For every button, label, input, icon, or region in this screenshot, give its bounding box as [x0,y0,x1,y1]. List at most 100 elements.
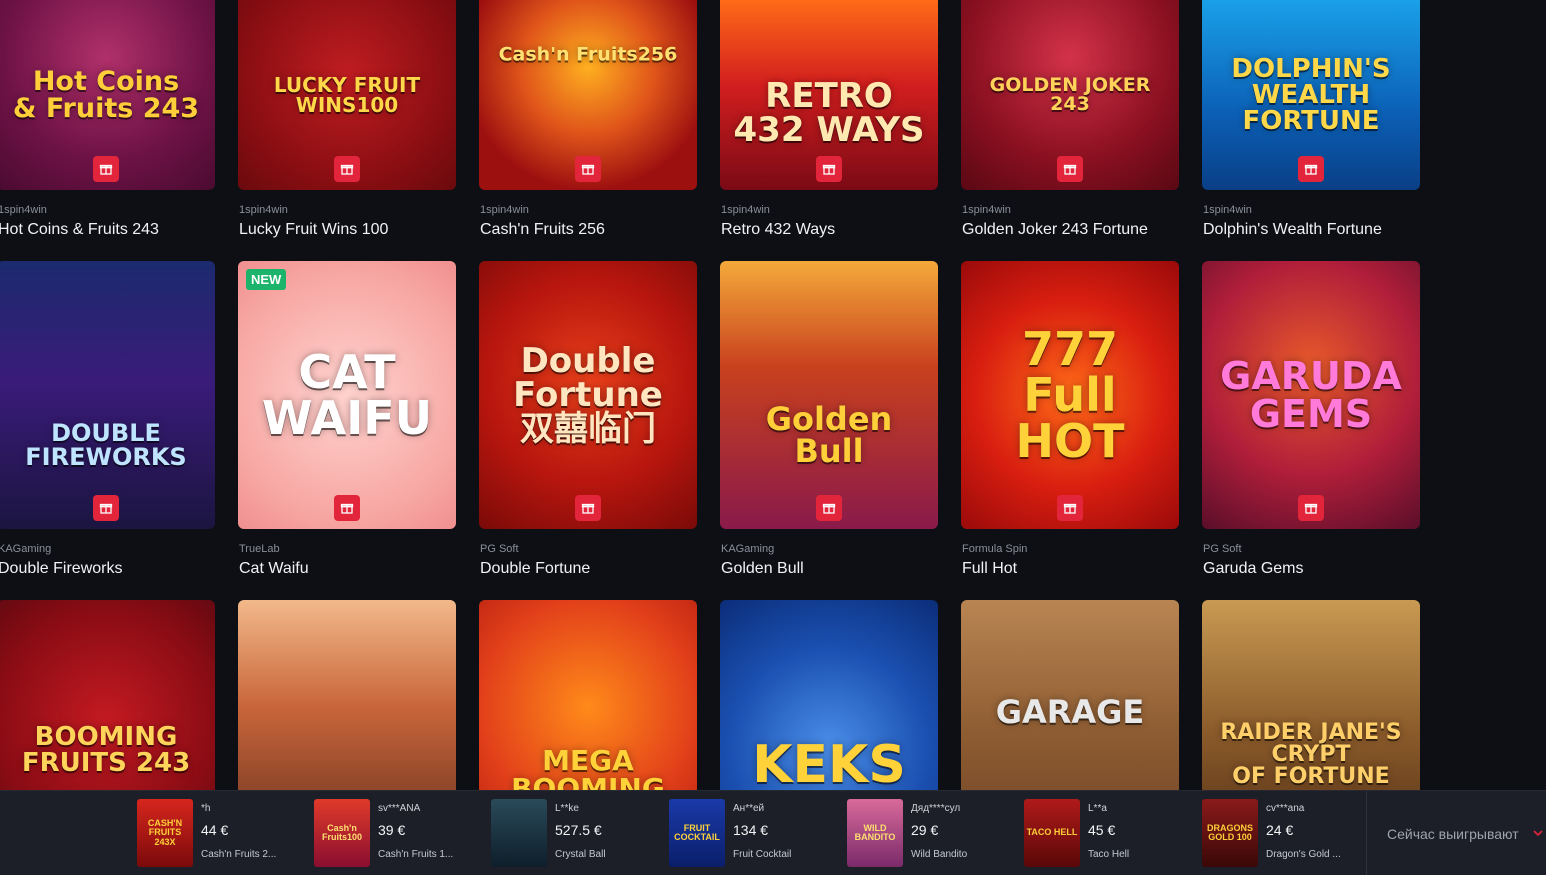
winner-game-name[interactable]: Crystal Ball [555,849,606,860]
winner-item[interactable]: TACO HELL L**a 45 € Taco Hell [1024,799,1194,867]
winner-item[interactable]: CASH'N FRUITS 243X *h 44 € Cash'n Fruits… [137,799,307,867]
game-thumbnail[interactable]: LUCKY FRUIT WINS100 [238,0,456,190]
game-card[interactable]: MEGA BOOMING [479,600,697,790]
game-provider: KAGaming [0,543,52,555]
game-thumbnail[interactable] [238,600,456,790]
game-card[interactable]: RAIDER JANE'S CRYPT OF FORTUNE [1202,600,1420,790]
game-thumbnail[interactable]: Cash'n Fruits256 [479,0,697,190]
game-thumbnail[interactable]: GARUDA GEMS [1202,261,1420,529]
chevron-down-icon[interactable] [1532,827,1544,839]
game-thumbnail[interactable]: RAIDER JANE'S CRYPT OF FORTUNE [1202,600,1420,790]
winner-game-name[interactable]: Dragon's Gold ... [1266,849,1341,860]
gift-icon[interactable] [334,156,360,182]
gift-icon[interactable] [575,495,601,521]
game-thumbnail[interactable]: MEGA BOOMING [479,600,697,790]
game-card[interactable]: GARUDA GEMS PG Soft Garuda Gems [1202,261,1420,577]
game-name[interactable]: Garuda Gems [1203,560,1303,578]
game-card[interactable]: LUCKY FRUIT WINS100 1spin4win Lucky Frui… [238,0,456,238]
winner-amount: 527.5 € [555,822,602,838]
game-thumbnail[interactable]: BOOMING FRUITS 243 [0,600,215,790]
game-name[interactable]: Golden Bull [721,560,804,578]
game-card[interactable]: Hot Coins & Fruits 243 1spin4win Hot Coi… [0,0,215,238]
winner-item[interactable]: FRUIT COCKTAIL Ан**ей 134 € Fruit Cockta… [669,799,839,867]
game-thumbnail[interactable]: KEKS [720,600,938,790]
gift-icon[interactable] [334,495,360,521]
winner-game-thumb[interactable]: Cash'n Fruits100 [314,799,370,867]
game-thumbnail[interactable]: Hot Coins & Fruits 243 [0,0,215,190]
game-card[interactable]: Golden Bull KAGaming Golden Bull [720,261,938,577]
game-thumbnail[interactable]: DOLPHIN'S WEALTH FORTUNE [1202,0,1420,190]
game-thumbnail[interactable]: Double Fortune 双囍临门 [479,261,697,529]
gift-icon[interactable] [93,156,119,182]
game-card[interactable]: BOOMING FRUITS 243 [0,600,215,790]
winner-game-thumb[interactable]: CASH'N FRUITS 243X [137,799,193,867]
game-name[interactable]: Hot Coins & Fruits 243 [0,221,159,239]
game-name[interactable]: Double Fortune [480,560,590,578]
game-thumbnail[interactable]: 777 Full HOT [961,261,1179,529]
game-art-title: DOLPHIN'S WEALTH FORTUNE [1231,54,1391,136]
game-card[interactable]: 777 Full HOT Formula Spin Full Hot [961,261,1179,577]
game-name[interactable]: Cat Waifu [239,560,309,578]
game-card[interactable]: RETRO 432 WAYS 1spin4win Retro 432 Ways [720,0,938,238]
game-card[interactable]: GARAGE [961,600,1179,790]
winner-game-name[interactable]: Cash'n Fruits 2... [201,849,276,860]
game-thumbnail[interactable]: RETRO 432 WAYS [720,0,938,190]
gift-icon[interactable] [816,156,842,182]
game-grid: Hot Coins & Fruits 243 1spin4win Hot Coi… [0,0,1546,790]
game-card[interactable] [238,600,456,790]
gift-icon[interactable] [93,495,119,521]
winner-game-thumb[interactable] [491,799,547,867]
game-name[interactable]: Lucky Fruit Wins 100 [239,221,388,239]
winner-game-name[interactable]: Taco Hell [1088,849,1129,860]
game-art-title: KEKS [752,735,906,790]
game-art-title: Double Fortune 双囍临门 [513,341,663,449]
game-card[interactable]: NEW CAT WAIFU TrueLab Cat Waifu [238,261,456,577]
gift-icon[interactable] [816,495,842,521]
game-name[interactable]: Dolphin's Wealth Fortune [1203,221,1382,239]
game-name[interactable]: Full Hot [962,560,1017,578]
game-name[interactable]: Retro 432 Ways [721,221,835,239]
game-thumbnail[interactable]: GOLDEN JOKER 243 [961,0,1179,190]
game-name[interactable]: Cash'n Fruits 256 [480,221,605,239]
winner-user: sv***ANA [378,803,421,814]
gift-icon[interactable] [575,156,601,182]
winner-amount: 45 € [1088,822,1116,838]
game-thumbnail[interactable]: NEW CAT WAIFU [238,261,456,529]
winner-item[interactable]: DRAGONS GOLD 100 cv***ana 24 € Dragon's … [1202,799,1372,867]
game-name[interactable]: Double Fireworks [0,560,122,578]
winner-game-thumb[interactable]: FRUIT COCKTAIL [669,799,725,867]
winner-item[interactable]: WILD BANDITO Дяд****сул 29 € Wild Bandit… [847,799,1017,867]
game-thumbnail[interactable]: Golden Bull [720,261,938,529]
winner-item[interactable]: Cash'n Fruits100 sv***ANA 39 € Cash'n Fr… [314,799,484,867]
game-card[interactable]: KEKS [720,600,938,790]
winner-user: Ан**ей [733,803,765,814]
game-card[interactable]: Double Fortune 双囍临门 PG Soft Double Fortu… [479,261,697,577]
game-art-title: GARUDA GEMS [1220,354,1402,436]
winner-game-thumb[interactable]: DRAGONS GOLD 100 [1202,799,1258,867]
game-thumbnail[interactable]: DOUBLE FIREWORKS [0,261,215,529]
ticker-divider [1366,791,1367,875]
gift-icon[interactable] [1298,495,1324,521]
game-card[interactable]: Cash'n Fruits256 1spin4win Cash'n Fruits… [479,0,697,238]
winner-game-thumb[interactable]: WILD BANDITO [847,799,903,867]
game-provider: PG Soft [1203,543,1242,555]
gift-icon[interactable] [1057,495,1083,521]
gift-icon[interactable] [1298,156,1324,182]
winner-user: cv***ana [1266,803,1305,814]
game-art-title: RAIDER JANE'S CRYPT OF FORTUNE [1220,720,1402,789]
game-card[interactable]: DOUBLE FIREWORKS KAGaming Double Firewor… [0,261,215,577]
winner-item[interactable]: L**ke 527.5 € Crystal Ball [491,799,661,867]
winning-now-label[interactable]: Сейчас выигрывают [1387,826,1519,842]
winner-amount: 24 € [1266,822,1294,838]
winner-game-name[interactable]: Wild Bandito [911,849,967,860]
game-thumbnail[interactable]: GARAGE [961,600,1179,790]
game-card[interactable]: DOLPHIN'S WEALTH FORTUNE 1spin4win Dolph… [1202,0,1420,238]
game-provider: TrueLab [239,543,280,555]
gift-icon[interactable] [1057,156,1083,182]
game-card[interactable]: GOLDEN JOKER 243 1spin4win Golden Joker … [961,0,1179,238]
winner-user: L**ke [555,803,579,814]
winner-game-name[interactable]: Fruit Cocktail [733,849,791,860]
winner-game-name[interactable]: Cash'n Fruits 1... [378,849,453,860]
winner-game-thumb[interactable]: TACO HELL [1024,799,1080,867]
game-name[interactable]: Golden Joker 243 Fortune [962,221,1148,239]
